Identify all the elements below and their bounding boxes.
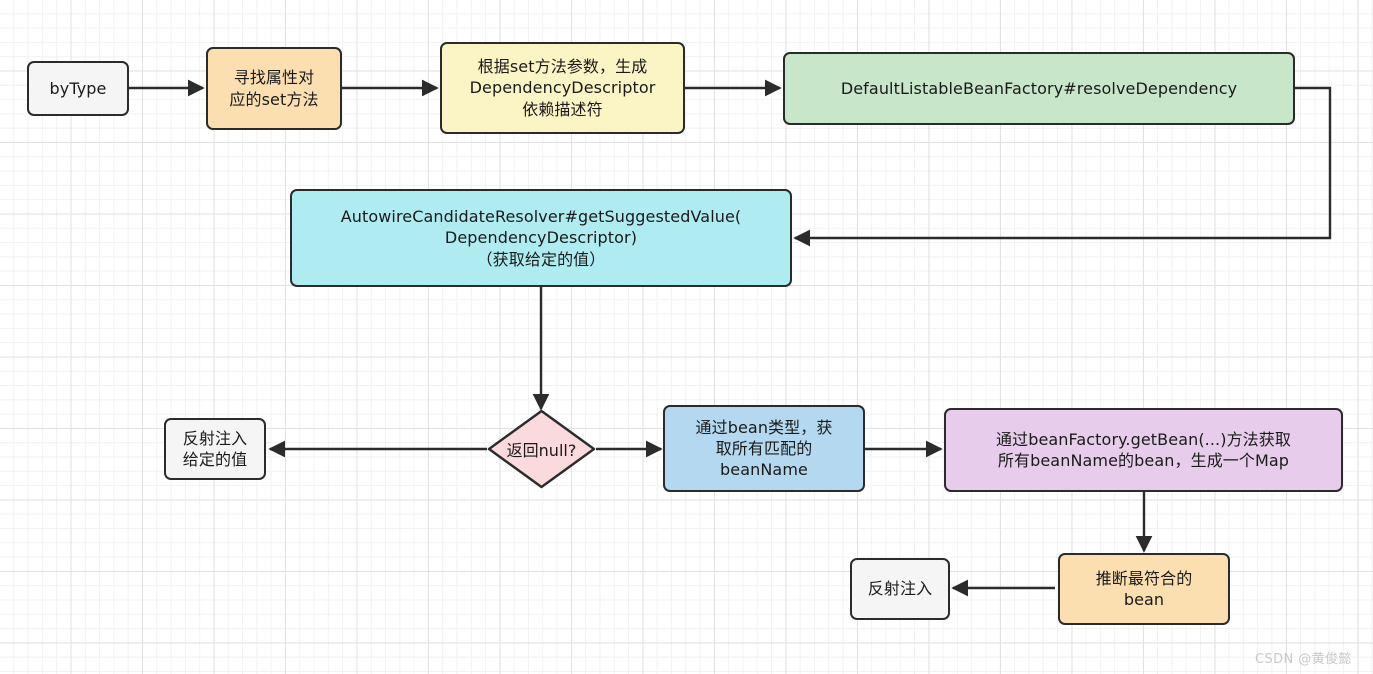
node-get-suggested-value[interactable]: AutowireCandidateResolver#getSuggestedVa… <box>290 189 792 287</box>
node-by-type-label: byType <box>49 78 107 98</box>
flowchart-canvas: byType 寻找属性对 应的set方法 根据set方法参数，生成 Depend… <box>0 0 1373 674</box>
node-resolve-dependency-label: DefaultListableBeanFactory#resolveDepend… <box>840 78 1238 98</box>
node-get-suggested-value-label: AutowireCandidateResolver#getSuggestedVa… <box>340 207 742 269</box>
node-get-bean-names[interactable]: 通过bean类型，获 取所有匹配的 beanName <box>663 405 865 492</box>
node-find-setter-label: 寻找属性对 应的set方法 <box>229 68 319 109</box>
node-inject-given-value[interactable]: 反射注入 给定的值 <box>164 418 266 480</box>
node-get-beans-map-label: 通过beanFactory.getBean(...)方法获取 所有beanNam… <box>996 429 1291 470</box>
node-infer-best-bean-label: 推断最符合的 bean <box>1095 568 1193 609</box>
node-return-null-label: 返回null? <box>506 441 577 460</box>
node-return-null-decision[interactable]: 返回null? <box>487 409 596 489</box>
node-reflect-inject-label: 反射注入 <box>867 579 933 599</box>
node-create-descriptor-label: 根据set方法参数，生成 DependencyDescriptor 依赖描述符 <box>469 57 656 119</box>
node-resolve-dependency[interactable]: DefaultListableBeanFactory#resolveDepend… <box>783 52 1295 125</box>
node-find-setter[interactable]: 寻找属性对 应的set方法 <box>206 47 342 130</box>
node-create-descriptor[interactable]: 根据set方法参数，生成 DependencyDescriptor 依赖描述符 <box>440 42 685 134</box>
node-by-type[interactable]: byType <box>27 61 129 116</box>
node-inject-given-value-label: 反射注入 给定的值 <box>182 428 248 469</box>
node-reflect-inject[interactable]: 反射注入 <box>850 558 950 620</box>
watermark: CSDN @黄俊懿 <box>1255 652 1352 667</box>
node-get-beans-map[interactable]: 通过beanFactory.getBean(...)方法获取 所有beanNam… <box>944 408 1343 492</box>
node-get-bean-names-label: 通过bean类型，获 取所有匹配的 beanName <box>695 417 833 480</box>
node-infer-best-bean[interactable]: 推断最符合的 bean <box>1058 553 1230 625</box>
